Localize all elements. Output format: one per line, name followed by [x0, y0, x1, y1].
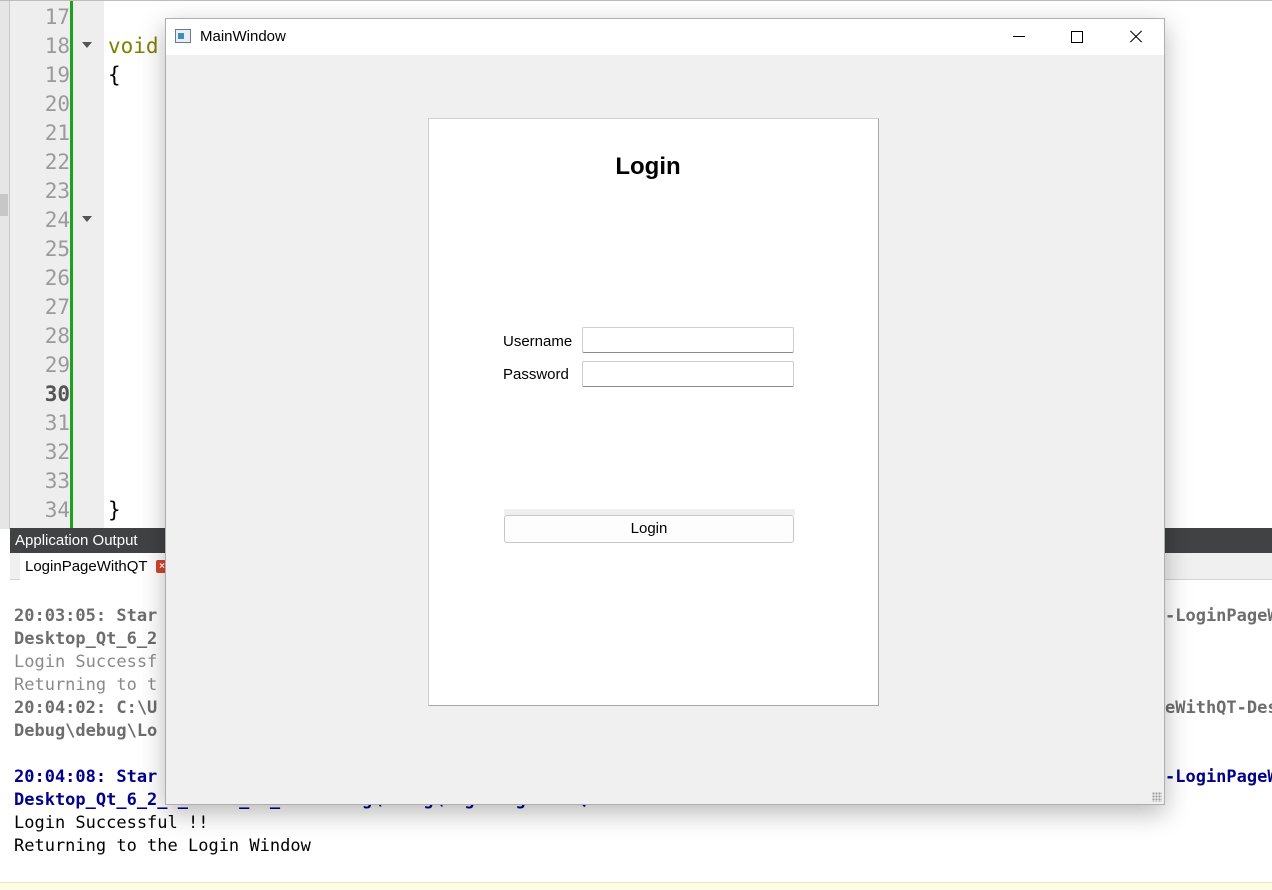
log-line-tail: -LoginPageW — [1165, 606, 1272, 626]
code-line[interactable]: void — [108, 32, 159, 61]
line-number: 21 — [44, 121, 70, 145]
output-tab-loginpagewithqt[interactable]: LoginPageWithQT × — [20, 553, 176, 580]
log-line: Login Successf — [14, 652, 158, 672]
minimize-button[interactable] — [990, 19, 1048, 55]
app-window-icon — [175, 29, 191, 43]
log-line: 20:03:05: Star — [14, 606, 158, 626]
log-line: 20:04:02: C:\U — [14, 698, 158, 718]
log-line: Debug\debug\Lo — [14, 721, 158, 741]
log-line: Returning to the Login Window — [14, 836, 311, 856]
output-tab-label: LoginPageWithQT — [25, 558, 148, 575]
username-input[interactable] — [582, 327, 794, 353]
password-input[interactable] — [582, 361, 794, 387]
login-button[interactable]: Login — [504, 515, 794, 543]
line-number: 17 — [44, 5, 70, 29]
line-number: 19 — [44, 63, 70, 87]
fold-arrow-icon[interactable] — [82, 216, 92, 222]
current-line-number: 30 — [44, 382, 70, 406]
line-number: 18 — [44, 34, 70, 58]
line-number: 34 — [44, 498, 70, 522]
status-strip — [0, 882, 1272, 890]
line-number: 31 — [44, 411, 70, 435]
window-title: MainWindow — [200, 28, 286, 45]
resize-grip-icon[interactable] — [1152, 792, 1162, 802]
change-indicator-bar — [70, 1, 73, 529]
username-label: Username — [503, 333, 573, 350]
line-number: 25 — [44, 237, 70, 261]
window-titlebar[interactable]: MainWindow — [166, 19, 1164, 55]
log-line-tail: eWithQT-Des — [1165, 698, 1272, 718]
password-label: Password — [503, 366, 569, 383]
line-number: 23 — [44, 179, 70, 203]
code-line[interactable]: { — [108, 61, 121, 90]
editor-left-strip — [0, 1, 10, 529]
maximize-button[interactable] — [1048, 19, 1106, 55]
log-line: Login Successful !! — [14, 813, 209, 833]
line-number: 32 — [44, 440, 70, 464]
line-number: 22 — [44, 150, 70, 174]
login-title: Login — [615, 153, 681, 180]
log-line: Returning to t — [14, 675, 158, 695]
editor-bookmark-marker — [0, 194, 8, 216]
line-number: 20 — [44, 92, 70, 116]
line-number: 24 — [44, 208, 70, 232]
line-number: 28 — [44, 324, 70, 348]
close-button[interactable] — [1106, 19, 1164, 55]
line-number: 29 — [44, 353, 70, 377]
log-line: 20:04:08: Star — [14, 767, 158, 787]
line-number: 26 — [44, 266, 70, 290]
login-panel: Login Username Password Login — [428, 118, 879, 706]
log-line-tail: -LoginPageW — [1165, 767, 1272, 787]
fold-arrow-icon[interactable] — [82, 42, 92, 48]
code-line[interactable]: } — [108, 496, 121, 525]
line-number: 27 — [44, 295, 70, 319]
log-line: Desktop_Qt_6_2 — [14, 629, 158, 649]
line-number: 33 — [44, 469, 70, 493]
main-window: MainWindow Login Username Password Login — [165, 18, 1165, 805]
